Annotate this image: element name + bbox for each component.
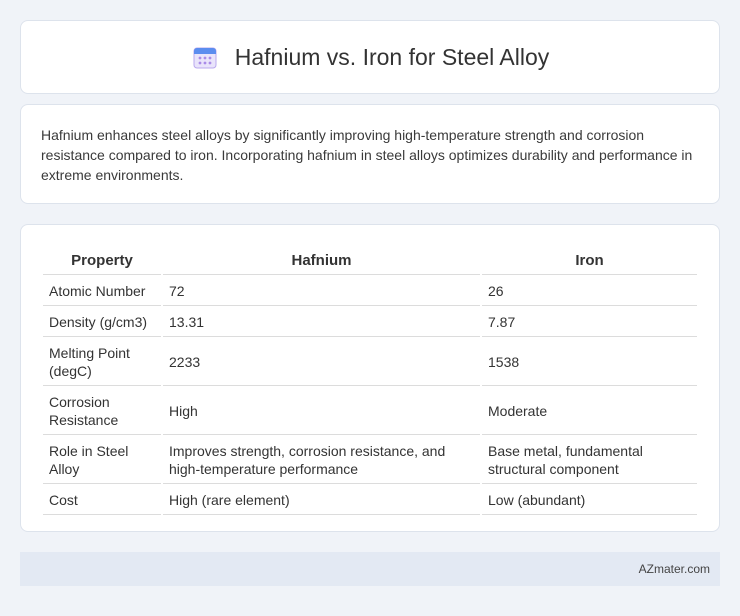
cell-iron: Low (abundant) bbox=[482, 486, 697, 515]
cell-hafnium: High bbox=[163, 388, 480, 435]
footer-bar: AZmater.com bbox=[20, 552, 720, 586]
header-iron: Iron bbox=[482, 247, 697, 275]
footer-brand[interactable]: AZmater.com bbox=[639, 562, 710, 576]
header-hafnium: Hafnium bbox=[163, 247, 480, 275]
comparison-card: Property Hafnium Iron Atomic Number 72 2… bbox=[20, 224, 720, 532]
table-row: Cost High (rare element) Low (abundant) bbox=[43, 486, 697, 515]
table-row: Atomic Number 72 26 bbox=[43, 277, 697, 306]
table-header-row: Property Hafnium Iron bbox=[43, 247, 697, 275]
cell-iron: 1538 bbox=[482, 339, 697, 386]
cell-property: Melting Point (degC) bbox=[43, 339, 161, 386]
cell-iron: 7.87 bbox=[482, 308, 697, 337]
table-row: Role in Steel Alloy Improves strength, c… bbox=[43, 437, 697, 484]
table-row: Density (g/cm3) 13.31 7.87 bbox=[43, 308, 697, 337]
cell-property: Corrosion Resistance bbox=[43, 388, 161, 435]
cell-hafnium: Improves strength, corrosion resistance,… bbox=[163, 437, 480, 484]
description-card: Hafnium enhances steel alloys by signifi… bbox=[20, 104, 720, 204]
table-row: Corrosion Resistance High Moderate bbox=[43, 388, 697, 435]
comparison-table: Property Hafnium Iron Atomic Number 72 2… bbox=[41, 245, 699, 517]
calendar-icon bbox=[193, 47, 217, 69]
cell-hafnium: High (rare element) bbox=[163, 486, 480, 515]
cell-iron: 26 bbox=[482, 277, 697, 306]
cell-hafnium: 72 bbox=[163, 277, 480, 306]
title-wrap: Hafnium vs. Iron for Steel Alloy bbox=[191, 43, 549, 71]
header-property: Property bbox=[43, 247, 161, 275]
page-title: Hafnium vs. Iron for Steel Alloy bbox=[234, 43, 550, 70]
cell-hafnium: 2233 bbox=[163, 339, 480, 386]
cell-property: Cost bbox=[43, 486, 161, 515]
cell-property: Role in Steel Alloy bbox=[43, 437, 161, 484]
description-text: Hafnium enhances steel alloys by signifi… bbox=[41, 127, 693, 183]
cell-property: Density (g/cm3) bbox=[43, 308, 161, 337]
cell-property: Atomic Number bbox=[43, 277, 161, 306]
table-row: Melting Point (degC) 2233 1538 bbox=[43, 339, 697, 386]
cell-iron: Base metal, fundamental structural compo… bbox=[482, 437, 697, 484]
cell-hafnium: 13.31 bbox=[163, 308, 480, 337]
cell-iron: Moderate bbox=[482, 388, 697, 435]
title-card: Hafnium vs. Iron for Steel Alloy bbox=[20, 20, 720, 94]
